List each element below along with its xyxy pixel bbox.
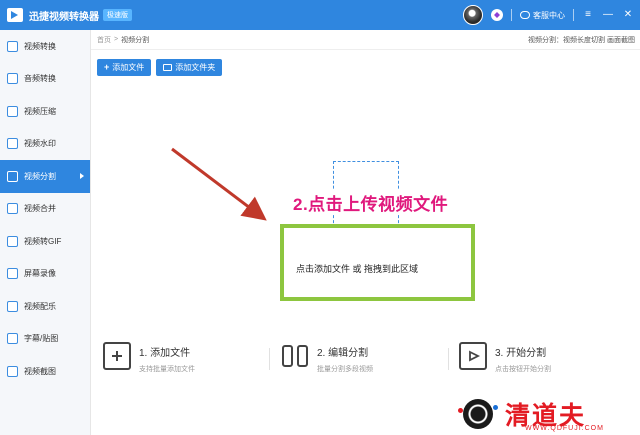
subtitle-icon	[7, 333, 18, 345]
split-icon	[281, 342, 309, 370]
step-desc: 点击按钮开始分割	[495, 366, 551, 373]
sidebar-item-subtitle[interactable]: 字幕/贴图	[0, 323, 90, 356]
divider	[573, 9, 574, 21]
sidebar-item-label: 视频水印	[24, 139, 56, 149]
divider	[448, 348, 449, 370]
edition-badge: 极速版	[103, 9, 132, 21]
watermark-logo-icon	[463, 399, 493, 429]
video-split-icon	[7, 170, 18, 182]
minimize-button[interactable]: —	[602, 9, 614, 21]
add-folder-button[interactable]: 添加文件夹	[156, 59, 223, 76]
play-icon	[459, 342, 487, 370]
video-merge-icon	[7, 203, 18, 215]
watermark-url: WWW.QDFUJI.COM	[525, 425, 604, 432]
sidebar-item-label: 视频压缩	[24, 106, 56, 116]
add-folder-label: 添加文件夹	[175, 63, 216, 72]
service-center-label: 客服中心	[533, 10, 565, 20]
sidebar-item-label: 视频转换	[24, 41, 56, 51]
breadcrumb-current: 视频分割	[121, 36, 150, 44]
main-panel: 首页 > 视频分割 视频分割：视频长度切割 画面截图 + 添加文件 添加文件夹 …	[91, 30, 640, 435]
plus-icon: +	[104, 62, 110, 72]
sidebar: 视频转换 音频转换 视频压缩 视频水印 视频分割 视频合并 视频转GIF 屏幕录…	[0, 30, 91, 435]
step-title: 3. 开始分割	[495, 348, 547, 359]
avatar[interactable]	[463, 5, 483, 25]
sidebar-item-screen-record[interactable]: 屏幕录像	[0, 258, 90, 291]
vip-icon[interactable]	[491, 9, 503, 21]
video-screenshot-icon	[7, 365, 18, 377]
audio-convert-icon	[7, 73, 18, 85]
step-edit-split: 2. 编辑分割 批量分割多段视频	[281, 342, 373, 374]
step-title: 1. 添加文件	[139, 348, 191, 359]
video-compress-icon	[7, 105, 18, 117]
sidebar-item-video-gif[interactable]: 视频转GIF	[0, 225, 90, 258]
video-music-icon	[7, 300, 18, 312]
breadcrumb-home[interactable]: 首页	[97, 35, 111, 45]
sidebar-item-label: 字幕/贴图	[24, 334, 59, 344]
divider	[269, 348, 270, 370]
app-title: 迅捷视频转换器	[29, 11, 99, 23]
sidebar-item-video-merge[interactable]: 视频合并	[0, 193, 90, 226]
toolbar: + 添加文件 添加文件夹	[97, 59, 223, 76]
sidebar-item-video-split[interactable]: 视频分割	[0, 160, 90, 193]
step-title: 2. 编辑分割	[317, 348, 369, 359]
service-center-button[interactable]: 客服中心	[520, 10, 565, 21]
sidebar-item-video-screenshot[interactable]: 视频截图	[0, 355, 90, 388]
menu-button[interactable]: ≡	[582, 9, 594, 21]
video-watermark-icon	[7, 138, 18, 150]
annotation-arrow	[171, 147, 267, 221]
feature-info-text: 视频分割：视频长度切割 画面截图	[528, 37, 635, 44]
add-file-button[interactable]: + 添加文件	[97, 59, 152, 76]
sidebar-item-label: 屏幕录像	[24, 269, 56, 279]
step-add-file: 1. 添加文件 支持批量添加文件	[103, 342, 195, 374]
breadcrumb-separator: >	[114, 36, 119, 43]
sidebar-item-video-watermark[interactable]: 视频水印	[0, 128, 90, 161]
sidebar-item-video-compress[interactable]: 视频压缩	[0, 95, 90, 128]
title-bar: 迅捷视频转换器 极速版 客服中心 ≡ — ✕	[0, 0, 640, 30]
sidebar-item-label: 视频截图	[24, 366, 56, 376]
sidebar-item-audio-convert[interactable]: 音频转换	[0, 63, 90, 96]
screen-record-icon	[7, 268, 18, 280]
watermark: 清道夫 WWW.QDFUJI.COM	[455, 395, 640, 435]
sidebar-item-label: 视频转GIF	[24, 236, 62, 246]
add-file-label: 添加文件	[112, 63, 145, 72]
upload-drop-zone[interactable]: 点击添加文件 或 拖拽到此区域	[280, 224, 475, 301]
annotation-label: 2.点击上传视频文件	[291, 190, 451, 215]
step-desc: 批量分割多段视频	[317, 366, 373, 373]
divider	[511, 9, 512, 21]
title-bar-controls: 客服中心 ≡ — ✕	[463, 0, 634, 30]
video-gif-icon	[7, 235, 18, 247]
sidebar-item-video-music[interactable]: 视频配乐	[0, 290, 90, 323]
step-start-split: 3. 开始分割 点击按钮开始分割	[459, 342, 551, 374]
sidebar-item-label: 视频合并	[24, 204, 56, 214]
chat-icon	[520, 11, 530, 19]
app-logo-icon	[7, 8, 23, 22]
steps-guide: 1. 添加文件 支持批量添加文件 2. 编辑分割 批量分割多段视频 3. 开始分…	[91, 342, 640, 398]
sidebar-item-video-convert[interactable]: 视频转换	[0, 30, 90, 63]
add-file-icon	[103, 342, 131, 370]
sidebar-item-label: 音频转换	[24, 74, 56, 84]
chevron-right-icon	[80, 173, 84, 179]
close-button[interactable]: ✕	[622, 9, 634, 21]
step-desc: 支持批量添加文件	[139, 366, 195, 373]
drop-zone-text: 点击添加文件 或 拖拽到此区域	[296, 264, 419, 274]
folder-icon	[163, 64, 173, 71]
watermark-dot	[493, 405, 498, 410]
video-convert-icon	[7, 40, 18, 52]
sidebar-item-label: 视频配乐	[24, 301, 56, 311]
sidebar-item-label: 视频分割	[24, 171, 56, 181]
